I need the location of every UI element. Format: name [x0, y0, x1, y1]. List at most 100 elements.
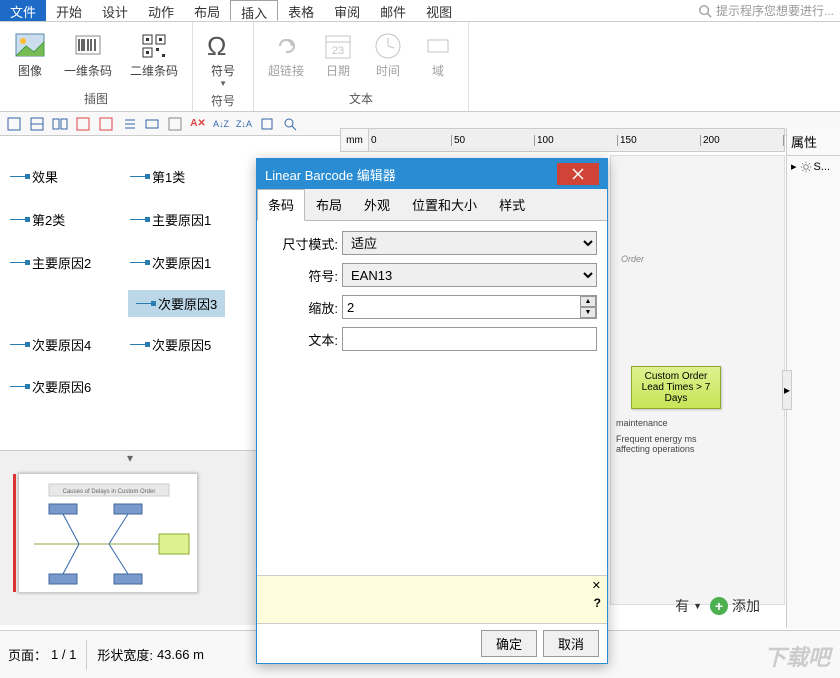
- barcode1d-label: 一维条码: [64, 62, 112, 79]
- text-input[interactable]: [342, 327, 597, 351]
- dlg-tab-pos-size[interactable]: 位置和大小: [401, 189, 488, 220]
- barcode2d-button[interactable]: 二维条码: [124, 26, 184, 83]
- date-label: 日期: [326, 62, 350, 79]
- omega-icon: Ω: [207, 30, 239, 62]
- add-label: 添加: [732, 596, 760, 616]
- ruler-tick: 150: [618, 135, 701, 146]
- link-icon: [270, 30, 302, 62]
- dlg-tab-style[interactable]: 样式: [488, 189, 536, 220]
- tree-label: 次要原因4: [32, 335, 91, 354]
- dlg-tab-appearance[interactable]: 外观: [353, 189, 401, 220]
- ruler-tick: 200: [701, 135, 784, 146]
- tree-node-cat1[interactable]: 第1类: [130, 167, 185, 186]
- cancel-button[interactable]: 取消: [543, 630, 599, 657]
- tool-5[interactable]: [96, 114, 116, 134]
- hint-close[interactable]: ✕: [592, 579, 601, 592]
- plus-icon[interactable]: +: [710, 597, 728, 615]
- props-row-s[interactable]: ▸ S...: [787, 156, 840, 177]
- gear-icon: [800, 161, 812, 173]
- expand-icon: ▸: [791, 160, 797, 173]
- page-thumbnail[interactable]: Causes of Delays in Custom Order: [18, 473, 198, 593]
- shape-width-value: 43.66 m: [157, 647, 204, 662]
- tree-node-sub6[interactable]: 次要原因6: [10, 377, 91, 396]
- add-control[interactable]: 有 ▼ + 添加: [675, 596, 760, 616]
- svg-text:23: 23: [332, 45, 344, 57]
- props-header: 属性: [787, 128, 840, 156]
- tool-sort-az[interactable]: A↓Z: [211, 114, 231, 134]
- tab-review[interactable]: 审阅: [324, 0, 370, 21]
- tree-label: 次要原因1: [152, 253, 211, 272]
- tree-node-effect[interactable]: 效果: [10, 167, 58, 186]
- tree-node-sub4[interactable]: 次要原因4: [10, 335, 91, 354]
- symbol-select[interactable]: EAN13: [342, 263, 597, 287]
- dialog-title-text: Linear Barcode 编辑器: [265, 165, 396, 184]
- canvas[interactable]: Order Custom Order Lead Times > 7 Days m…: [610, 155, 785, 605]
- tool-sort-za[interactable]: Z↓A: [234, 114, 254, 134]
- search-box[interactable]: 提示程序您想要进行...: [692, 0, 840, 21]
- tool-ax[interactable]: A✕: [188, 114, 208, 134]
- canvas-order-label: Order: [621, 254, 644, 264]
- barcode1d-button[interactable]: 一维条码: [58, 26, 118, 83]
- field-button[interactable]: 域: [416, 26, 460, 83]
- panel-expander[interactable]: ▸: [782, 370, 792, 410]
- symbol-button[interactable]: Ω 符号 ▼: [201, 26, 245, 92]
- tree-label: 次要原因3: [158, 294, 217, 313]
- thumb-title: Causes of Delays in Custom Order: [63, 489, 156, 495]
- dialog-titlebar[interactable]: Linear Barcode 编辑器: [257, 159, 607, 189]
- tab-insert[interactable]: 插入: [230, 0, 278, 21]
- ruler: mm 0 50 100 150 200: [340, 128, 785, 152]
- tool-2[interactable]: [27, 114, 47, 134]
- hyperlink-button[interactable]: 超链接: [262, 26, 310, 83]
- group-symbol: Ω 符号 ▼ 符号: [193, 22, 254, 111]
- tab-table[interactable]: 表格: [278, 0, 324, 21]
- size-mode-label: 尺寸模式:: [267, 234, 342, 253]
- tool-3[interactable]: [50, 114, 70, 134]
- tab-view[interactable]: 视图: [416, 0, 462, 21]
- tool-6[interactable]: [142, 114, 162, 134]
- insert-image-label: 图像: [18, 62, 42, 79]
- tab-file[interactable]: 文件: [0, 0, 46, 21]
- spin-down[interactable]: ▼: [580, 307, 596, 318]
- close-button[interactable]: [557, 163, 599, 185]
- tool-search[interactable]: [280, 114, 300, 134]
- thumbnail-panel: ▾ Causes of Delays in Custom Order: [0, 450, 260, 625]
- time-button[interactable]: 时间: [366, 26, 410, 83]
- tab-mail[interactable]: 邮件: [370, 0, 416, 21]
- zoom-input[interactable]: [342, 295, 597, 319]
- spin-up[interactable]: ▲: [580, 296, 596, 307]
- tool-4[interactable]: [73, 114, 93, 134]
- panel-grip[interactable]: ▾: [0, 451, 260, 465]
- tab-design[interactable]: 设计: [92, 0, 138, 21]
- tool-7[interactable]: [165, 114, 185, 134]
- dialog-body: 尺寸模式: 适应 符号: EAN13 缩放: ▲ ▼ 文本:: [257, 221, 607, 575]
- chevron-down-icon: ▼: [693, 601, 702, 611]
- tab-start[interactable]: 开始: [46, 0, 92, 21]
- tool-list[interactable]: [119, 114, 139, 134]
- group-symbol-label: 符号: [211, 92, 235, 109]
- tree-node-sub3-selected[interactable]: 次要原因3: [128, 290, 225, 317]
- page-value: 1 / 1: [51, 647, 76, 662]
- tree-node-sub5[interactable]: 次要原因5: [130, 335, 211, 354]
- tree-node-sub1[interactable]: 次要原因1: [130, 253, 211, 272]
- clock-icon: [372, 30, 404, 62]
- insert-image-button[interactable]: 图像: [8, 26, 52, 83]
- tool-1[interactable]: [4, 114, 24, 134]
- tree-node-main1[interactable]: 主要原因1: [130, 210, 211, 229]
- ok-button[interactable]: 确定: [481, 630, 537, 657]
- tree-node-cat2[interactable]: 第2类: [10, 210, 65, 229]
- date-button[interactable]: 23 日期: [316, 26, 360, 83]
- size-mode-select[interactable]: 适应: [342, 231, 597, 255]
- tab-layout[interactable]: 布局: [184, 0, 230, 21]
- close-icon: [572, 168, 584, 180]
- hint-help[interactable]: ?: [594, 596, 601, 610]
- ruler-unit: mm: [341, 129, 369, 151]
- tree-node-main2[interactable]: 主要原因2: [10, 253, 91, 272]
- dialog-hint-bar: ✕ ?: [257, 575, 607, 623]
- dlg-tab-barcode[interactable]: 条码: [257, 189, 305, 221]
- tab-action[interactable]: 动作: [138, 0, 184, 21]
- tool-box[interactable]: [257, 114, 277, 134]
- dlg-tab-layout[interactable]: 布局: [305, 189, 353, 220]
- canvas-card-lead-times[interactable]: Custom Order Lead Times > 7 Days: [631, 366, 721, 409]
- tree-label: 次要原因5: [152, 335, 211, 354]
- text-label: 文本:: [267, 330, 342, 349]
